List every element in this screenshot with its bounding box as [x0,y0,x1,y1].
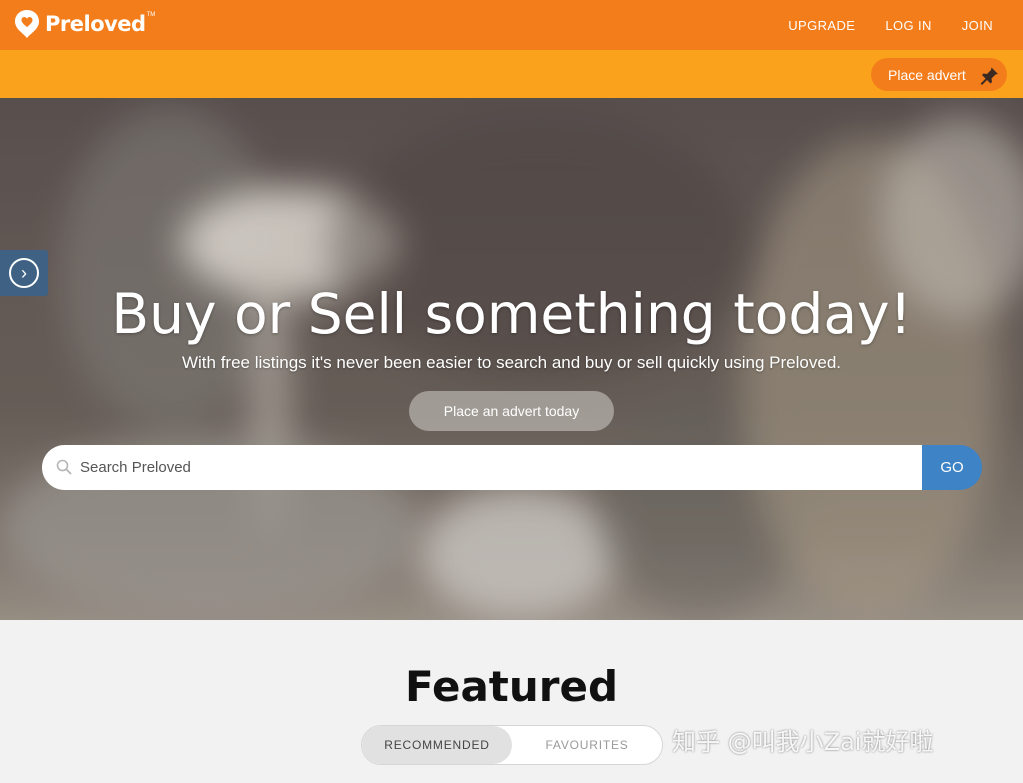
top-navbar: Preloved TM UPGRADE LOG IN JOIN [0,0,1023,50]
join-link[interactable]: JOIN [962,18,993,33]
hero-subtitle: With free listings it's never been easie… [181,353,841,372]
top-nav-links: UPGRADE LOG IN JOIN [788,0,993,50]
watermark-text: 知乎 @叫我小Zai就好啦 [672,728,934,756]
search-bar: GO [42,445,982,490]
upgrade-link[interactable]: UPGRADE [788,18,855,33]
tab-recommended[interactable]: RECOMMENDED [362,726,512,764]
place-advert-button[interactable]: Place advert [871,58,1007,91]
login-link[interactable]: LOG IN [885,18,931,33]
preloved-logo[interactable]: Preloved TM [14,9,155,39]
place-advert-label: Place advert [888,66,966,83]
hero-title: Buy or Sell something today! [111,282,912,346]
search-icon [56,459,72,475]
featured-heading: Featured [404,662,619,711]
search-input[interactable] [80,445,900,490]
pin-icon [979,65,999,85]
place-advert-today-button[interactable]: Place an advert today [409,391,614,431]
search-go-button[interactable]: GO [922,445,982,490]
featured-tabs: RECOMMENDED FAVOURITES [361,725,663,765]
secondary-bar: Place advert [0,50,1023,98]
search-field-container [42,445,922,490]
brand-name: Preloved [45,12,146,36]
heart-pin-logo-icon [14,9,40,39]
tab-favourites[interactable]: FAVOURITES [512,726,662,764]
trademark-mark: TM [146,12,156,18]
